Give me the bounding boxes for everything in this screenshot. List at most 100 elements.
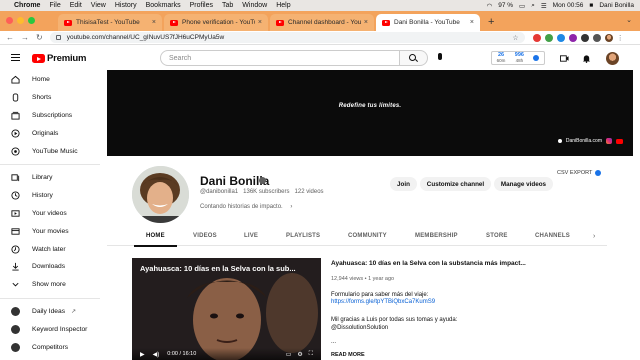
youtube-icon[interactable] (616, 138, 623, 144)
description-link[interactable]: https://forms.gle/tpYTBiQbxCa7KumS9 (331, 299, 435, 305)
sidebar-item-originals[interactable]: Originals (0, 124, 100, 142)
back-icon[interactable]: ← (6, 33, 14, 42)
address-bar[interactable]: youtube.com/channel/UC_gINuvUS7fJH6uCPMy… (49, 32, 525, 43)
search-spotlight-icon[interactable]: ⌕ (531, 2, 535, 10)
manage-videos-button[interactable]: Manage videos (494, 177, 553, 191)
settings-gear-icon[interactable]: ⚙ (297, 351, 302, 358)
sidebar-item-competitors[interactable]: Competitors (0, 338, 100, 356)
channel-description-text: Contando historias de impacto. (200, 204, 283, 210)
description-handle[interactable]: @DissolutionSolution (331, 325, 388, 331)
close-tab-icon[interactable]: × (364, 19, 368, 26)
menu-profiles[interactable]: Profiles (190, 2, 213, 9)
sidebar-item-history[interactable]: History (0, 187, 100, 205)
close-window-icon[interactable] (6, 17, 13, 24)
read-more-button[interactable]: READ MORE (331, 352, 365, 358)
tab-home[interactable]: HOME (134, 233, 177, 247)
clock[interactable]: Mon 00:56 (553, 2, 584, 9)
search-input[interactable]: Search (160, 50, 400, 66)
extension-icon[interactable] (544, 33, 553, 42)
analytics-widget[interactable]: 26 60m 996 48h (491, 51, 545, 65)
play-icon[interactable]: ▶ (140, 351, 145, 358)
search-button[interactable] (400, 50, 428, 66)
menu-window[interactable]: Window (242, 2, 267, 9)
captions-icon[interactable]: ▭ (286, 351, 292, 358)
channel-avatar[interactable] (132, 166, 189, 223)
battery-icon[interactable]: ▭ (519, 2, 525, 10)
puzzle-extensions-icon[interactable] (580, 33, 589, 42)
create-video-icon[interactable] (560, 54, 569, 63)
tabs-scroll-right-icon[interactable]: › (593, 233, 595, 240)
account-avatar[interactable] (606, 52, 619, 65)
menubar-user[interactable]: Dani Bonilla (599, 2, 634, 9)
sidebar-item-keyword-inspector[interactable]: Keyword Inspector (0, 320, 100, 338)
reload-icon[interactable]: ↻ (36, 33, 43, 42)
notifications-bell-icon[interactable] (582, 54, 591, 63)
menu-bookmarks[interactable]: Bookmarks (146, 2, 181, 9)
wifi-icon[interactable]: ◠ (487, 2, 493, 10)
fullscreen-icon[interactable]: ⛶ (309, 351, 313, 358)
featured-video-player[interactable]: Ayahuasca: 10 días en la Selva con la su… (132, 258, 321, 360)
tab-live[interactable]: LIVE (244, 233, 258, 239)
tab-store[interactable]: STORE (486, 233, 508, 239)
sidebar-item-your-videos[interactable]: Your videos (0, 205, 100, 223)
hamburger-menu-icon[interactable] (11, 54, 20, 63)
sidebar-item-downloads[interactable]: Downloads (0, 258, 100, 276)
browser-tab[interactable]: Phone verification - YouTube × (164, 14, 268, 31)
menu-history[interactable]: History (115, 2, 137, 9)
chrome-menu-icon[interactable]: ⋮ (617, 34, 624, 42)
volume-icon[interactable]: ◀) (153, 351, 160, 358)
minimize-window-icon[interactable] (17, 17, 24, 24)
featured-video-title[interactable]: Ayahuasca: 10 días en la Selva con la su… (331, 260, 526, 267)
lock-icon[interactable] (55, 35, 61, 40)
vidiq-icon[interactable] (533, 55, 540, 61)
tab-membership[interactable]: MEMBERSHIP (415, 233, 458, 239)
extension-icon[interactable] (532, 33, 541, 42)
maximize-window-icon[interactable] (28, 17, 35, 24)
menu-view[interactable]: View (91, 2, 106, 9)
sidebar-item-your-movies[interactable]: Your movies (0, 222, 100, 240)
menu-file[interactable]: File (49, 2, 60, 9)
battery-level[interactable]: 97 % (498, 2, 513, 9)
sidebar-item-subscriptions[interactable]: Subscriptions (0, 107, 100, 125)
sidebar-item-show-more[interactable]: Show more (0, 276, 100, 294)
sidebar-item-youtube-music[interactable]: YouTube Music (0, 142, 100, 160)
close-tab-icon[interactable]: × (258, 19, 262, 26)
instagram-icon[interactable] (606, 138, 612, 144)
close-tab-icon[interactable]: × (470, 19, 474, 26)
microphone-icon[interactable] (438, 53, 442, 60)
sidebar-item-daily-ideas[interactable]: Daily Ideas ↗ (0, 303, 100, 321)
csv-export[interactable]: CSV EXPORT (557, 170, 602, 176)
description-line: Mil gracias a Luis por todas sus tomas y… (331, 317, 458, 323)
profile-avatar-icon[interactable] (604, 33, 613, 42)
menu-tab[interactable]: Tab (222, 2, 233, 9)
tab-channels[interactable]: CHANNELS (535, 233, 570, 239)
new-tab-button[interactable]: + (488, 16, 494, 28)
sidebar-toggle-icon[interactable] (592, 33, 601, 42)
control-center-icon[interactable]: ☰ (541, 2, 547, 10)
forward-icon[interactable]: → (21, 33, 29, 42)
sidebar-item-library[interactable]: Library (0, 169, 100, 187)
tab-playlists[interactable]: PLAYLISTS (286, 233, 320, 239)
sidebar-item-watch-later[interactable]: Watch later (0, 240, 100, 258)
tab-search-icon[interactable]: ⌄ (626, 16, 632, 24)
browser-tab-active[interactable]: Dani Bonilla - YouTube × (376, 14, 480, 31)
tab-community[interactable]: COMMUNITY (348, 233, 387, 239)
flag-icon[interactable]: ■ (589, 2, 593, 9)
bookmark-star-icon[interactable]: ☆ (512, 34, 518, 42)
tab-videos[interactable]: VIDEOS (193, 233, 217, 239)
banner-website-link[interactable]: DaniBonilla.com (566, 138, 602, 144)
menu-edit[interactable]: Edit (70, 2, 82, 9)
extension-icon[interactable] (568, 33, 577, 42)
browser-tab[interactable]: ThisisaTest - YouTube × (58, 14, 162, 31)
sidebar-item-shorts[interactable]: Shorts (0, 89, 100, 107)
youtube-premium-logo[interactable]: Premium (32, 53, 86, 64)
browser-tab[interactable]: Channel dashboard - YouTube × (270, 14, 374, 31)
menu-help[interactable]: Help (276, 2, 290, 9)
extension-icon[interactable] (556, 33, 565, 42)
channel-description[interactable]: Contando historias de impacto. › (200, 204, 292, 210)
customize-channel-button[interactable]: Customize channel (420, 177, 491, 191)
sidebar-item-home[interactable]: Home (0, 71, 100, 89)
menu-app-name[interactable]: Chrome (14, 2, 40, 9)
join-button[interactable]: Join (390, 177, 417, 191)
close-tab-icon[interactable]: × (152, 19, 156, 26)
